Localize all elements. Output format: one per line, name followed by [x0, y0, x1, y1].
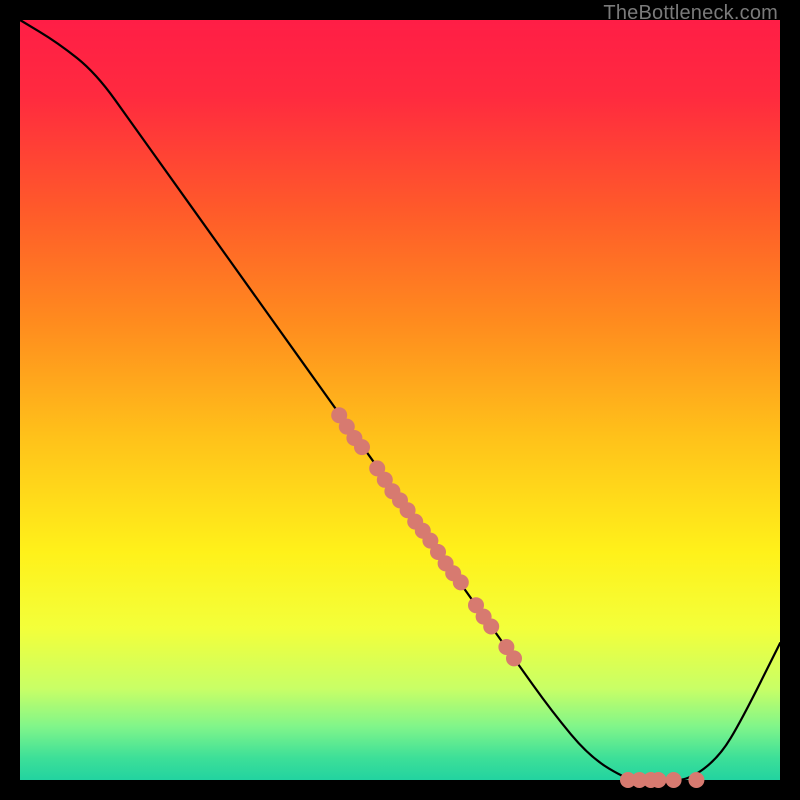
data-dot — [650, 772, 666, 788]
chart-canvas: TheBottleneck.com — [0, 0, 800, 800]
data-dot — [453, 574, 469, 590]
curve-layer — [20, 20, 780, 780]
data-dot — [354, 439, 370, 455]
data-dots — [331, 407, 704, 788]
data-dot — [688, 772, 704, 788]
bottleneck-curve — [20, 20, 780, 780]
data-dot — [506, 650, 522, 666]
plot-area — [20, 20, 780, 780]
data-dot — [666, 772, 682, 788]
data-dot — [483, 618, 499, 634]
